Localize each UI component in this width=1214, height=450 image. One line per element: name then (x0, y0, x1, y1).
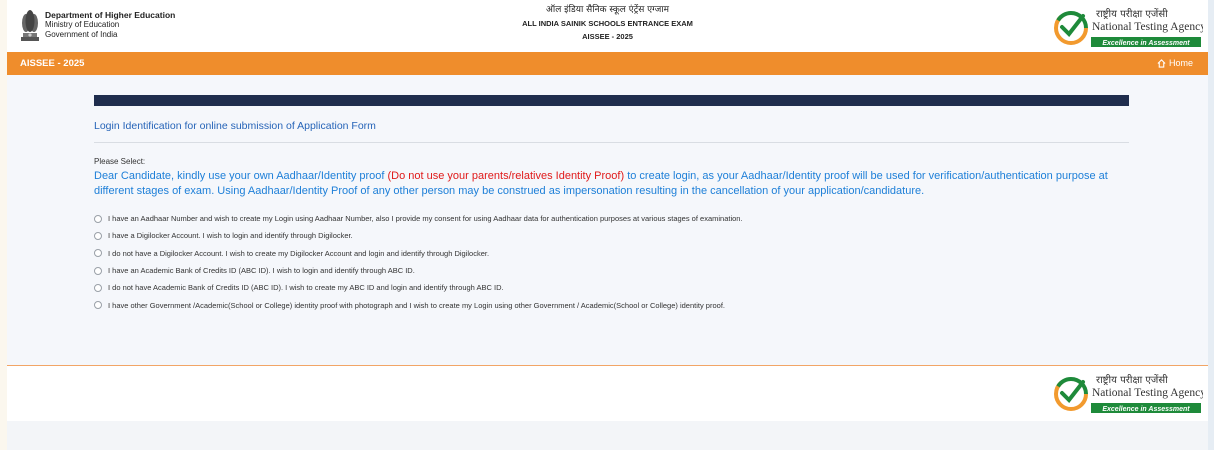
nta-tagline: Excellence in Assessment (1102, 40, 1190, 47)
option-label[interactable]: I have an Academic Bank of Credits ID (A… (108, 266, 415, 275)
nta-tagline: Excellence in Assessment (1102, 406, 1190, 413)
exam-code: AISSEE - 2025 (582, 32, 633, 41)
home-link[interactable]: Home (1157, 58, 1193, 68)
option-create-digilocker[interactable]: I do not have a Digilocker Account. I wi… (94, 245, 743, 262)
notice-warning: (Do not use your parents/relatives Ident… (387, 170, 625, 182)
exam-title: ALL INDIA SAINIK SCHOOLS ENTRANCE EXAM (522, 19, 693, 28)
nta-hindi-name: राष्ट्रीय परीक्षा एजेंसी (1096, 374, 1168, 386)
site-header: Department of Higher Education Ministry … (7, 0, 1208, 52)
nta-hindi-name: राष्ट्रीय परीक्षा एजेंसी (1096, 8, 1168, 20)
nta-logo-icon: राष्ट्रीय परीक्षा एजेंसी National Testin… (1054, 374, 1203, 413)
main-content: Login Identification for online submissi… (7, 75, 1208, 365)
radio-button[interactable] (94, 266, 102, 275)
login-options: I have an Aadhaar Number and wish to cre… (94, 210, 743, 314)
notice-text-1: Dear Candidate, kindly use your own Aadh… (94, 170, 388, 182)
nta-english-name: National Testing Agency (1092, 21, 1203, 33)
site-footer: राष्ट्रीय परीक्षा एजेंसी National Testin… (7, 366, 1208, 421)
nta-logo-icon: राष्ट्रीय परीक्षा एजेंसी National Testin… (1054, 8, 1203, 47)
nta-english-name: National Testing Agency (1092, 387, 1203, 399)
section-title: Login Identification for online submissi… (94, 120, 376, 132)
exam-title-hindi: ऑल इंडिया सैनिक स्कूल एंट्रेंस एग्जाम (546, 5, 669, 15)
right-border (1208, 0, 1214, 450)
left-border (0, 0, 7, 450)
panel-header-strip (94, 95, 1129, 106)
exam-title-block: ऑल इंडिया सैनिक स्कूल एंट्रेंस एग्जाम AL… (7, 4, 1208, 43)
option-abc-id[interactable]: I have an Academic Bank of Credits ID (A… (94, 262, 743, 279)
option-digilocker[interactable]: I have a Digilocker Account. I wish to l… (94, 227, 743, 244)
home-icon (1157, 58, 1166, 68)
page-bottom (7, 421, 1208, 450)
radio-button[interactable] (94, 301, 102, 310)
radio-button[interactable] (94, 249, 102, 258)
home-label[interactable]: Home (1169, 58, 1193, 68)
option-aadhaar[interactable]: I have an Aadhaar Number and wish to cre… (94, 210, 743, 227)
radio-button[interactable] (94, 231, 102, 240)
option-label[interactable]: I have other Government /Academic(School… (108, 301, 725, 310)
radio-button[interactable] (94, 214, 102, 223)
candidate-notice: Dear Candidate, kindly use your own Aadh… (94, 169, 1114, 199)
option-label[interactable]: I do not have a Digilocker Account. I wi… (108, 249, 489, 258)
option-label[interactable]: I have an Aadhaar Number and wish to cre… (108, 214, 743, 223)
option-label[interactable]: I do not have Academic Bank of Credits I… (108, 283, 504, 292)
option-create-abc-id[interactable]: I do not have Academic Bank of Credits I… (94, 279, 743, 296)
radio-button[interactable] (94, 283, 102, 292)
top-navbar: AISSEE - 2025 Home (7, 52, 1208, 75)
option-label[interactable]: I have a Digilocker Account. I wish to l… (108, 231, 353, 240)
please-select-label: Please Select: (94, 157, 146, 166)
divider (94, 142, 1129, 143)
option-other-id[interactable]: I have other Government /Academic(School… (94, 296, 743, 313)
nav-title: AISSEE - 2025 (20, 58, 85, 69)
